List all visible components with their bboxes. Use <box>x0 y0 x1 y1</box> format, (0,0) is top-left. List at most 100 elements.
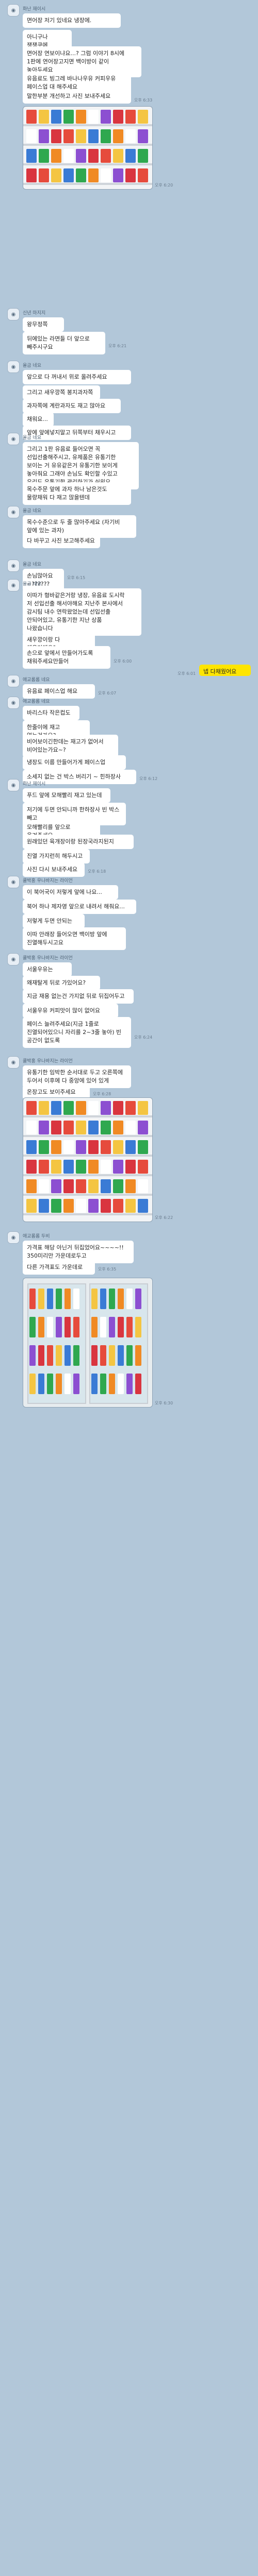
drink-bottle <box>135 1317 141 1337</box>
drink-bottle <box>100 1289 106 1309</box>
drink-bottle <box>64 1289 71 1309</box>
drink-bottle <box>135 1345 141 1366</box>
product-pack <box>63 149 74 163</box>
sender-avatar[interactable]: ◉ <box>7 697 20 709</box>
product-pack <box>138 149 148 163</box>
product-pack <box>88 1140 99 1154</box>
sender-name: 신년 마지지 <box>23 311 46 316</box>
product-pack <box>63 1101 74 1115</box>
product-pack <box>138 1179 148 1193</box>
product-pack <box>26 1160 37 1174</box>
sender-avatar[interactable]: ◉ <box>7 1231 20 1244</box>
message-time: 오후 6:18 <box>88 869 106 874</box>
drink-bottle <box>118 1317 124 1337</box>
drink-bottle <box>118 1345 124 1366</box>
message-bubble: 말한부분 개선하고 사진 보내주세요 <box>23 89 131 104</box>
sender-name: 화난 재이시 <box>23 7 46 12</box>
message-time: 오후 6:21 <box>108 344 127 348</box>
product-pack <box>113 1199 123 1213</box>
message-group: ◉ 화난 재이시 면어장 저기 있네요 냉장에. 아니구나 쟁쟁쿠에 면어장 연보이냐요… <box>7 4 251 108</box>
drink-bottle <box>64 1317 71 1337</box>
message-group: ◉ 올금 네요 그리고 1판 유음료 들어오면 꼭 선입선출해주시고, 유제품은 유… <box>7 433 251 505</box>
drink-bottle <box>126 1317 133 1337</box>
drink-bottle <box>29 1289 36 1309</box>
shelf-board <box>23 1174 152 1176</box>
message-bubble: 비어보이긴한데는 재고가 없어서 비어있는가요~? <box>23 735 118 757</box>
product-pack <box>63 1140 74 1154</box>
drink-bottle <box>100 1374 106 1394</box>
sender-avatar[interactable]: ◉ <box>7 361 20 373</box>
message-time: 오후 6:07 <box>98 691 117 696</box>
photo-time: 오후 6:22 <box>155 1215 173 1220</box>
drink-bottle <box>118 1374 124 1394</box>
product-pack <box>51 168 61 182</box>
product-pack <box>125 1121 136 1134</box>
product-pack <box>101 168 111 182</box>
message-bubble: 다른 가격표도 가운데로 <box>23 1260 95 1275</box>
product-pack <box>113 168 123 182</box>
product-pack <box>138 1121 148 1134</box>
product-pack <box>63 110 74 124</box>
sender-name: 애교롬롬 네요 <box>23 699 50 704</box>
product-pack <box>138 168 148 182</box>
message-bubble: 북어 하나 제자영 앞으로 내려서 해줘요... <box>23 900 136 914</box>
product-pack <box>76 1179 86 1193</box>
drink-bottle <box>29 1345 36 1366</box>
message-bubble: 이따가 형바같은거랑 냉장, 유음료 도시락 저 선입선출 해서야해요 지난주 … <box>23 588 141 636</box>
drink-bottle <box>56 1317 62 1337</box>
message-time: 오후 6:35 <box>98 1267 117 1272</box>
shelf-board <box>23 124 152 126</box>
sender-avatar[interactable]: ◉ <box>7 506 20 518</box>
shared-photo[interactable] <box>23 1097 153 1222</box>
message-bubble: 저렇게 두면 안되는 <box>23 914 85 928</box>
shelf-board <box>23 144 152 146</box>
product-pack <box>125 1140 136 1154</box>
product-pack <box>63 1121 74 1134</box>
drink-bottle <box>100 1317 106 1337</box>
sender-avatar[interactable]: ◉ <box>7 779 20 791</box>
message-bubble: 채워요... <box>23 412 54 427</box>
product-pack <box>113 149 123 163</box>
sender-avatar[interactable]: ◉ <box>7 953 20 965</box>
sender-name: 올금 네요 <box>23 363 41 368</box>
product-pack <box>125 110 136 124</box>
message-bubble: 사진 다시 보내주세요 <box>23 862 85 877</box>
product-pack <box>26 1199 37 1213</box>
product-pack <box>26 1179 37 1193</box>
product-pack <box>125 1101 136 1115</box>
message-time: 오후 6:00 <box>114 659 132 664</box>
message-bubble: 왕무정쪽 <box>23 317 64 332</box>
product-pack <box>51 149 61 163</box>
sender-avatar[interactable]: ◉ <box>7 579 20 591</box>
message-group: ◉ 신년 마지지 왕무정쪽 뒤에있는 라면들 더 앞으로 빼주시구요 오후 6:21 <box>7 308 251 354</box>
product-pack <box>51 1160 61 1174</box>
drink-bottle <box>56 1345 62 1366</box>
shared-photo[interactable] <box>23 1278 153 1408</box>
product-pack <box>101 110 111 124</box>
drink-bottle <box>109 1289 115 1309</box>
product-pack <box>113 1179 123 1193</box>
product-pack <box>76 1199 86 1213</box>
product-pack <box>113 110 123 124</box>
sender-avatar[interactable]: ◉ <box>7 675 20 687</box>
sender-avatar[interactable]: ◉ <box>7 560 20 572</box>
shared-photo[interactable] <box>23 106 153 190</box>
shelf-board <box>23 1194 152 1196</box>
message-group: ◉ 쿨박홍 우나바지는 라이언 유통기한 임박한 순서대로 두고 오른쪽에 두어서 … <box>7 1056 251 1101</box>
product-pack <box>63 1199 74 1213</box>
message-group: ◉ 올금 네요 이따가 형바같은거랑 냉장, 유음료 도시락 저 선입선출 해서야해… <box>7 579 251 669</box>
product-pack <box>113 1160 123 1174</box>
sender-avatar[interactable]: ◉ <box>7 4 20 16</box>
sender-avatar[interactable]: ◉ <box>7 876 20 888</box>
product-pack <box>51 1101 61 1115</box>
message-bubble: 면어장 저기 있네요 냉장에. <box>23 13 121 28</box>
message-bubble: 냉장도 이름 만들어가게 페이스업 <box>23 755 126 770</box>
message-time: 오후 6:28 <box>93 1092 111 1096</box>
product-pack <box>101 1140 111 1154</box>
sender-avatar[interactable]: ◉ <box>7 433 20 445</box>
sender-avatar[interactable]: ◉ <box>7 308 20 320</box>
sender-avatar[interactable]: ◉ <box>7 1056 20 1069</box>
drink-bottle <box>47 1289 53 1309</box>
product-pack <box>76 149 86 163</box>
drink-bottle <box>109 1317 115 1337</box>
